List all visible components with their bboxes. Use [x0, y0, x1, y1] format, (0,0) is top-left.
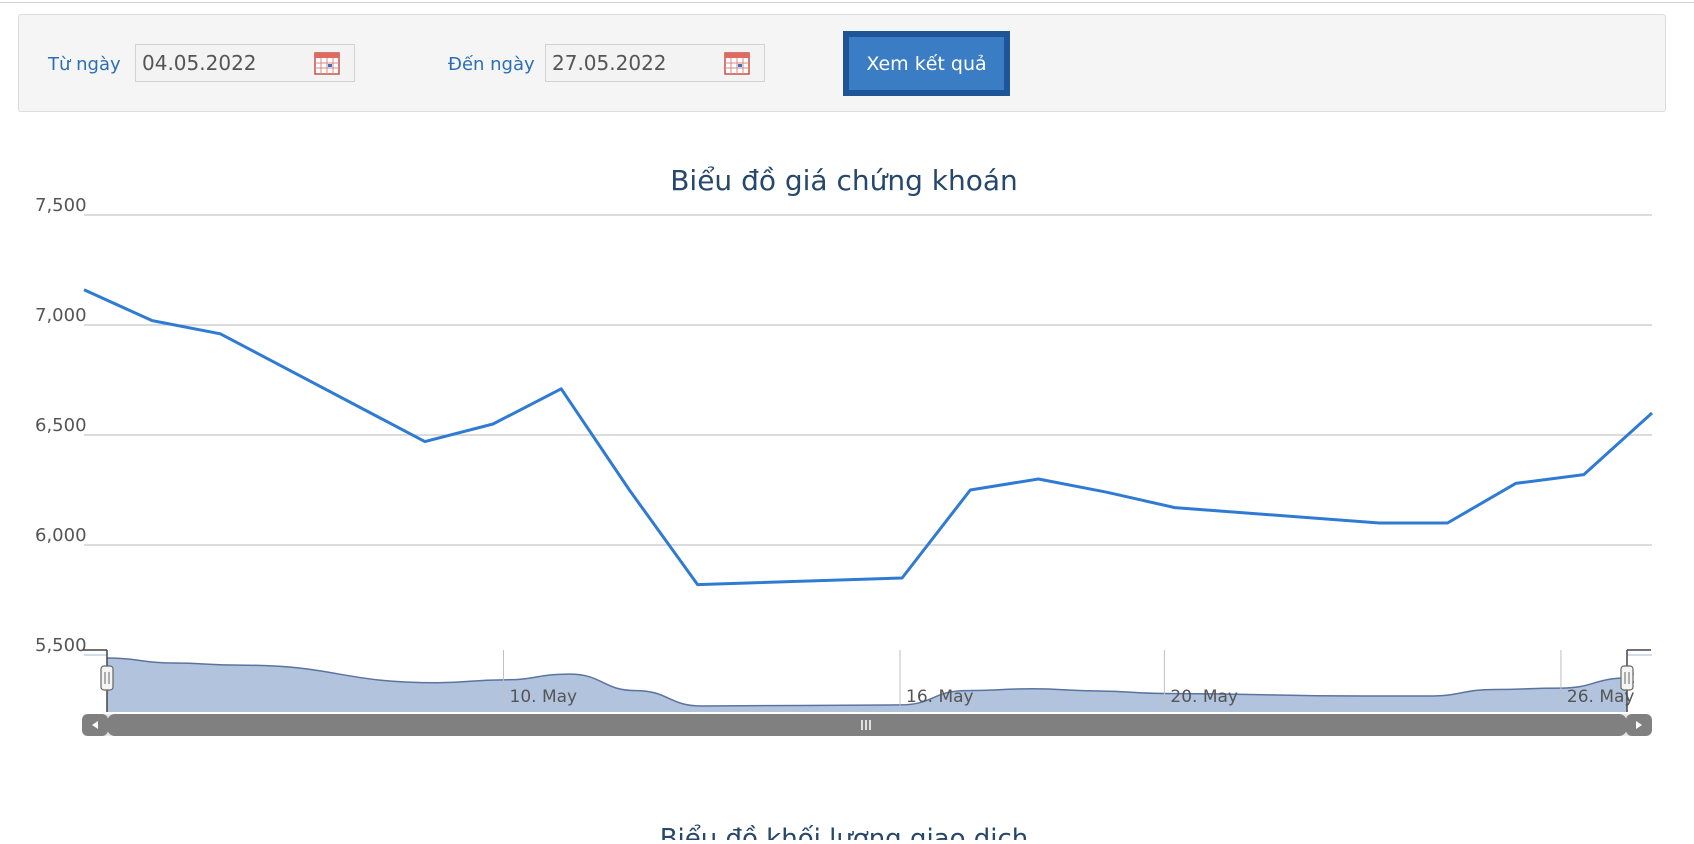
to-date-field[interactable] [545, 44, 765, 82]
scroll-right-button[interactable] [1626, 714, 1652, 736]
from-date-field[interactable] [135, 44, 355, 82]
view-results-button[interactable]: Xem kết quả [843, 31, 1010, 96]
view-results-label: Xem kết quả [849, 37, 1004, 90]
top-divider [0, 2, 1694, 3]
to-date-input[interactable] [552, 50, 712, 76]
navigator-label: 16. May [906, 687, 974, 707]
from-date-label: Từ ngày [48, 54, 121, 75]
volume-chart-title: Biểu đồ khối lượng giao dịch [660, 823, 1029, 840]
y-tick-label: 6,500 [35, 415, 87, 436]
y-tick-label: 6,000 [35, 525, 87, 546]
navigator-handle[interactable] [100, 665, 114, 691]
calendar-icon[interactable] [314, 51, 340, 75]
y-tick-label: 7,500 [35, 195, 87, 216]
y-tick-label: 7,000 [35, 305, 87, 326]
calendar-icon[interactable] [724, 51, 750, 75]
y-tick-label: 5,500 [35, 635, 87, 656]
navigator-handle[interactable] [1620, 665, 1634, 691]
navigator-label: 20. May [1170, 687, 1238, 707]
scroll-left-button[interactable] [82, 714, 108, 736]
to-date-label: Đến ngày [448, 54, 535, 75]
scrollbar-thumb[interactable] [107, 714, 1627, 736]
price-series-line [83, 288, 1654, 587]
stock-price-chart: Biểu đồ giá chứng khoán 7,500 7,000 6,500 6… [0, 120, 1694, 844]
from-date-input[interactable] [142, 50, 302, 76]
chart-svg: Biểu đồ giá chứng khoán 7,500 7,000 6,500 6… [35, 164, 1654, 844]
navigator-label: 10. May [510, 687, 578, 707]
chart-title: Biểu đồ giá chứng khoán [670, 164, 1018, 197]
